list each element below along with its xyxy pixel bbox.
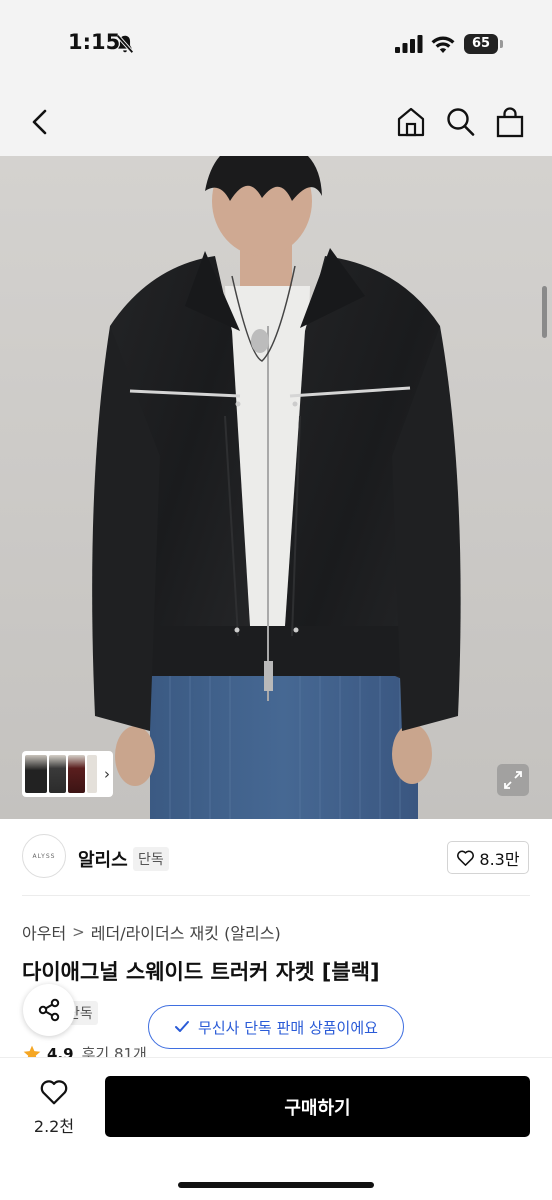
signal-icon	[395, 35, 423, 53]
thumbnail[interactable]	[25, 755, 47, 793]
divider	[22, 895, 530, 896]
bottom-bar: 2.2천 구매하기	[0, 1058, 552, 1200]
wishlist-button[interactable]: 2.2천	[24, 1078, 84, 1137]
exclusive-badge: 단독	[133, 847, 169, 871]
breadcrumb-separator: >	[72, 923, 85, 941]
product-image[interactable]: ›	[0, 156, 552, 819]
wishlist-count: 2.2천	[33, 1117, 75, 1136]
thumbnail[interactable]	[87, 755, 97, 793]
expand-icon[interactable]	[497, 764, 529, 796]
heart-icon	[40, 1080, 68, 1105]
back-icon[interactable]	[26, 106, 56, 138]
breadcrumb-subcategory[interactable]: 레더/라이더스 재킷 (알리스)	[91, 920, 281, 944]
share-icon	[38, 998, 60, 1022]
brand-like-button[interactable]: 8.3만	[447, 841, 529, 874]
thumbnail-strip[interactable]: ›	[22, 751, 113, 797]
battery-tip	[500, 40, 503, 48]
status-bar: 1:15 65	[0, 0, 552, 92]
thumbnail[interactable]	[68, 755, 85, 793]
heart-icon	[457, 849, 475, 866]
buy-button[interactable]: 구매하기	[105, 1076, 530, 1137]
chevron-right-icon[interactable]: ›	[104, 765, 110, 783]
brand-logo[interactable]: ALYSS	[22, 834, 66, 878]
check-icon	[175, 1021, 190, 1032]
status-time: 1:15	[68, 30, 121, 54]
home-icon[interactable]	[396, 106, 426, 138]
search-icon[interactable]	[445, 106, 475, 138]
bell-off-icon	[116, 34, 134, 54]
image-scrollbar[interactable]	[542, 286, 547, 338]
exclusive-toast: 무신사 단독 판매 상품이에요	[148, 1005, 404, 1049]
breadcrumb-category[interactable]: 아우터	[22, 920, 66, 944]
thumbnail[interactable]	[49, 755, 66, 793]
battery-icon: 65	[464, 34, 504, 54]
breadcrumb: 아우터 > 레더/라이더스 재킷 (알리스)	[22, 920, 281, 944]
share-button[interactable]	[23, 984, 75, 1036]
product-photo	[0, 156, 552, 819]
brand-like-count: 8.3만	[479, 849, 520, 869]
product-title: 다이애그널 스웨이드 트러커 자켓 [블랙]	[22, 960, 380, 984]
wifi-icon	[431, 36, 455, 53]
battery-level: 65	[464, 34, 498, 54]
home-indicator[interactable]	[178, 1182, 374, 1188]
toast-text: 무신사 단독 판매 상품이에요	[198, 1018, 378, 1037]
brand-row: ALYSS 알리스 단독 8.3만	[0, 830, 552, 890]
brand-name[interactable]: 알리스	[78, 846, 128, 872]
shopping-bag-icon[interactable]	[495, 106, 525, 138]
top-nav	[0, 92, 552, 156]
